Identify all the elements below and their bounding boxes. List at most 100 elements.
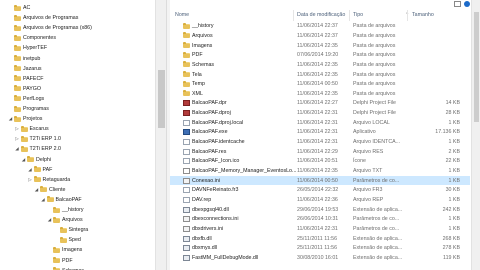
tree-item[interactable]: ◢ Arquivos — [47, 216, 83, 224]
row-checkbox[interactable] — [172, 24, 177, 29]
row-checkbox[interactable] — [172, 140, 177, 145]
row-checkbox[interactable] — [172, 246, 177, 251]
row-checkbox[interactable] — [172, 236, 177, 241]
file-list-scrollbar[interactable] — [471, 0, 480, 270]
tree-item[interactable]: HyperTEF — [8, 44, 47, 52]
file-row[interactable]: FastMM_FullDebugMode.dll 30/08/2010 16:01… — [170, 254, 470, 263]
row-checkbox[interactable] — [172, 169, 177, 174]
file-row[interactable]: dbexpgsql40.dll 29/06/2014 19:53 Extensão … — [170, 205, 470, 214]
tree-item[interactable]: ◢ PAF — [28, 166, 52, 174]
column-header-type[interactable]: Tipo — [353, 12, 363, 18]
expand-arrow-icon[interactable]: ◢ — [21, 156, 26, 163]
row-checkbox[interactable] — [172, 72, 177, 77]
tree-item[interactable]: ▷ Escarus — [15, 125, 49, 133]
column-divider[interactable] — [293, 10, 294, 21]
tree-item[interactable]: PAYGO — [8, 85, 41, 93]
column-divider[interactable] — [407, 10, 408, 21]
file-row[interactable]: BalcaoPAF.res 11/06/2014 22:29 Arquivo RES… — [170, 147, 470, 156]
tree-item[interactable]: Arquivos de Programas — [8, 14, 78, 22]
column-header-name[interactable]: Nome — [175, 12, 189, 18]
row-checkbox[interactable] — [172, 217, 177, 222]
row-checkbox[interactable] — [172, 197, 177, 202]
file-row[interactable]: __history 11/06/2014 22:37 Pasta de arquiv… — [170, 22, 470, 31]
help-icon[interactable] — [464, 1, 470, 7]
column-header-size[interactable]: Tamanho — [412, 12, 434, 18]
navigation-scroll-thumb[interactable] — [158, 70, 165, 128]
file-row[interactable]: BalcaoPAF.dproj 11/06/2014 22:31 Delphi Pr… — [170, 109, 470, 118]
tree-item[interactable]: Sped — [54, 236, 81, 244]
file-row[interactable]: Conexao.ini 11/06/2014 00:50 Parâmetros de… — [170, 176, 470, 185]
row-checkbox[interactable] — [172, 91, 177, 96]
row-checkbox[interactable] — [172, 149, 177, 154]
tree-item[interactable]: Schemas — [47, 267, 84, 270]
file-row[interactable]: BalcaoPAF.dpr 11/06/2014 22:27 Delphi Proj… — [170, 99, 470, 108]
tree-item[interactable]: __history — [47, 206, 84, 214]
tree-item[interactable]: Programas — [8, 105, 49, 113]
file-row[interactable]: XML 11/06/2014 22:35 Pasta de arquivos — [170, 90, 470, 99]
file-row[interactable]: dbxmys.dll 25/11/2011 11:56 Extensão de ap… — [170, 244, 470, 253]
file-row[interactable]: BalcaoPAF.identcache 11/06/2014 22:31 Arqu… — [170, 138, 470, 147]
file-row[interactable]: BalcaoPAF_Memory_Manager_EventosLo... 11/… — [170, 167, 470, 176]
row-checkbox[interactable] — [172, 207, 177, 212]
preview-pane-icon[interactable] — [454, 1, 461, 7]
expand-arrow-icon[interactable]: ◢ — [41, 196, 46, 203]
file-row[interactable]: dbxfb.dll 25/11/2011 11:56 Extensão de apl… — [170, 234, 470, 243]
file-row[interactable]: DAVNFeReinato.fr3 26/05/2014 22:32 Arquivo… — [170, 186, 470, 195]
column-header-date[interactable]: Data de modificação — [297, 12, 345, 18]
tree-item[interactable]: Arquivos de Programas (x86) — [8, 24, 92, 32]
file-row[interactable]: PDF 07/06/2014 19:20 Pasta de arquivos — [170, 51, 470, 60]
tree-item[interactable]: Sintegra — [54, 226, 88, 234]
tree-item[interactable]: inetpub — [8, 55, 40, 63]
row-checkbox[interactable] — [172, 43, 177, 48]
tree-item[interactable]: Jazarus — [8, 65, 42, 73]
file-row[interactable]: DAV.rep 11/06/2014 22:36 Arquivo REP 1 KB — [170, 196, 470, 205]
row-checkbox[interactable] — [172, 255, 177, 260]
file-row[interactable]: dbexconnections.ini 26/06/2014 10:31 Parâm… — [170, 215, 470, 224]
row-checkbox[interactable] — [172, 111, 177, 116]
row-checkbox[interactable] — [172, 188, 177, 193]
file-list-scroll-thumb[interactable] — [474, 12, 479, 122]
file-row[interactable]: Temp 11/06/2014 00:50 Pasta de arquivos — [170, 80, 470, 89]
tree-item[interactable]: Componentes — [8, 34, 56, 42]
expand-arrow-icon[interactable]: ▷ — [15, 136, 20, 143]
row-checkbox[interactable] — [172, 33, 177, 38]
expand-arrow-icon[interactable]: ◢ — [8, 116, 13, 123]
file-row[interactable]: dbxdrivers.ini 11/06/2014 22:31 Parâmetros… — [170, 225, 470, 234]
file-row[interactable]: BalcaoPAF_Icon.ico 11/06/2014 20:51 Ícone 2… — [170, 157, 470, 166]
expand-arrow-icon[interactable]: ◢ — [34, 186, 39, 193]
tree-item[interactable]: PerfLogs — [8, 95, 44, 103]
row-checkbox[interactable] — [172, 82, 177, 87]
row-checkbox[interactable] — [172, 130, 177, 135]
tree-item[interactable]: ▷ Retaguarda — [28, 176, 70, 184]
file-row[interactable]: BalcaoPAF.exe 11/06/2014 22:31 Aplicativo 1… — [170, 128, 470, 137]
tree-item[interactable]: AC — [8, 4, 30, 12]
row-checkbox[interactable] — [172, 159, 177, 164]
file-row[interactable]: Schemas 11/06/2014 22:35 Pasta de arquivos — [170, 61, 470, 70]
file-row[interactable]: Arquivos 11/06/2014 22:37 Pasta de arquivo… — [170, 32, 470, 41]
tree-item[interactable]: Imagens — [47, 246, 82, 254]
file-row[interactable]: BalcaoPAF.dproj.local 11/06/2014 22:31 Arq… — [170, 119, 470, 128]
expand-arrow-icon[interactable]: ◢ — [15, 146, 20, 153]
navigation-scrollbar[interactable] — [155, 0, 166, 270]
tree-item[interactable]: ◢ BalcaoPAF — [41, 196, 82, 204]
tree-item[interactable]: ◢ T2Ti ERP 2.0 — [15, 145, 61, 153]
row-checkbox[interactable] — [172, 226, 177, 231]
tree-item[interactable]: ◢ Delphi — [21, 156, 51, 164]
tree-item[interactable]: ◢ Projetos — [8, 115, 42, 123]
file-row[interactable]: Imagens 11/06/2014 22:35 Pasta de arquivos — [170, 41, 470, 50]
row-checkbox[interactable] — [172, 62, 177, 67]
tree-item[interactable]: PAFECF — [8, 75, 44, 83]
expand-arrow-icon[interactable]: ▷ — [15, 126, 20, 133]
expand-arrow-icon[interactable]: ◢ — [47, 217, 52, 224]
tree-item[interactable]: ◢ Cliente — [34, 186, 66, 194]
expand-arrow-icon[interactable]: ◢ — [28, 166, 33, 173]
row-checkbox[interactable] — [172, 53, 177, 58]
row-checkbox[interactable] — [172, 120, 177, 125]
file-row[interactable]: Tela 11/06/2014 22:35 Pasta de arquivos — [170, 70, 470, 79]
row-checkbox[interactable] — [172, 101, 177, 106]
tree-item[interactable]: PDF — [47, 257, 73, 265]
row-checkbox[interactable] — [172, 178, 177, 183]
tree-item[interactable]: ▷ T2Ti ERP 1.0 — [15, 135, 61, 143]
column-divider[interactable] — [349, 10, 350, 21]
expand-arrow-icon[interactable]: ▷ — [28, 176, 33, 183]
